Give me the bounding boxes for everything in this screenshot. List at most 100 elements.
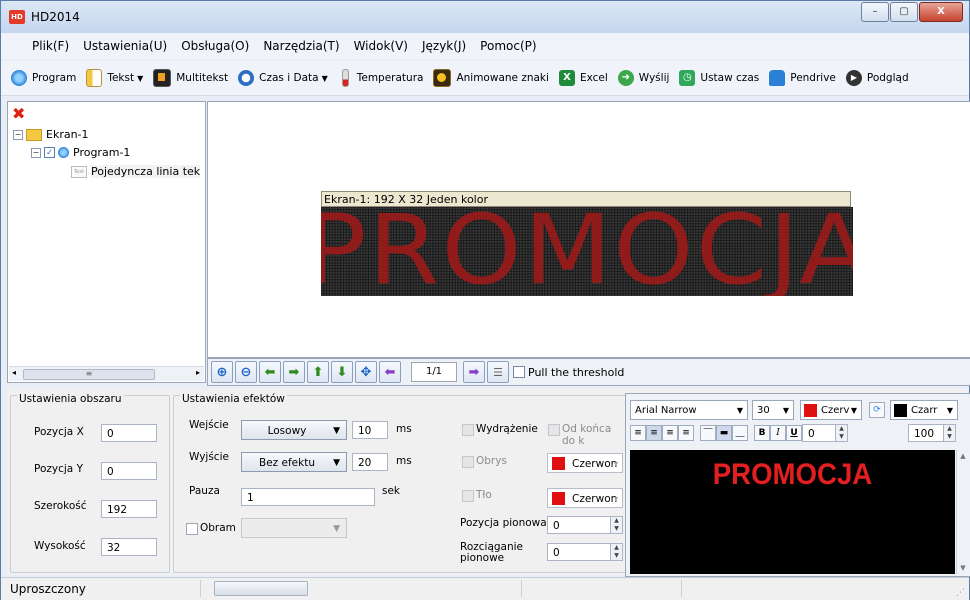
align-right-icon[interactable]: ≡ — [662, 425, 678, 441]
threshold-checkbox[interactable] — [513, 366, 525, 378]
spinner-icon[interactable]: ▲ ▼ — [610, 544, 622, 560]
background-checkbox[interactable] — [462, 490, 474, 502]
move-right-icon[interactable]: ➡ — [283, 361, 305, 383]
width-field[interactable]: 192 — [101, 500, 157, 518]
delete-icon[interactable]: ✖ — [12, 104, 25, 123]
entry-label: Wejście — [189, 419, 229, 431]
animowane-button[interactable]: Animowane znaki — [433, 69, 549, 87]
valign-top-icon[interactable]: ⎺ — [700, 425, 716, 441]
chevron-down-icon: ▼ — [333, 426, 340, 436]
resize-grip-icon[interactable]: ⋰ — [956, 588, 965, 598]
minimize-button[interactable]: – — [861, 2, 889, 22]
maximize-button[interactable]: ▢ — [890, 2, 918, 22]
collapse-icon[interactable]: − — [31, 147, 41, 158]
scroll-right-icon[interactable]: ▸ — [196, 368, 200, 377]
next-page-icon[interactable]: ➡ — [463, 361, 485, 383]
excel-button[interactable]: X Excel — [558, 70, 608, 86]
editor-vertical-scrollbar[interactable]: ▲ ▼ — [956, 450, 969, 574]
spinner-icon[interactable]: ▲ ▼ — [610, 517, 622, 533]
menu-plik[interactable]: Plik(F) — [31, 37, 70, 55]
background-color-select[interactable]: Czerwon ▾ — [547, 488, 623, 508]
menu-jezyk[interactable]: Język(J) — [421, 37, 467, 55]
frame-checkbox[interactable] — [186, 523, 198, 535]
vertical-stretch-field[interactable]: 0 ▲ ▼ — [547, 543, 623, 561]
menu-pomoc[interactable]: Pomoc(P) — [479, 37, 537, 55]
program-button[interactable]: Program — [11, 70, 76, 86]
scrollbar-thumb[interactable]: ≡ — [23, 369, 155, 380]
valign-middle-icon[interactable]: ▬ — [716, 425, 732, 441]
outline-color-value: Czerwon — [572, 458, 618, 470]
czas-data-button[interactable]: Czas i Data ▼ — [238, 70, 328, 86]
underline-icon[interactable]: U — [786, 425, 802, 441]
tekst-button[interactable]: Tekst ▼ — [86, 69, 143, 87]
height-field[interactable]: 32 — [101, 538, 157, 556]
center-icon[interactable]: ✥ — [355, 361, 377, 383]
tree-node-text[interactable]: Text Pojedyncza linia tek — [71, 165, 201, 178]
align-justify-icon[interactable]: ≡ — [678, 425, 694, 441]
italic-icon[interactable]: I — [770, 425, 786, 441]
bold-icon[interactable]: B — [754, 425, 770, 441]
tree-screen-label: Ekran-1 — [46, 128, 89, 141]
scroll-left-icon[interactable]: ◂ — [12, 368, 16, 377]
emboss-checkbox[interactable] — [462, 424, 474, 436]
spinner-icon[interactable]: ▲ ▼ — [943, 425, 955, 441]
pos-y-field[interactable]: 0 — [101, 462, 157, 480]
entry-speed-field[interactable]: 10 — [352, 421, 388, 439]
temperatura-button[interactable]: Temperatura — [338, 69, 423, 87]
entry-effect-value: Losowy — [267, 425, 307, 437]
status-scroll-thumb[interactable] — [214, 581, 308, 596]
align-center-icon[interactable]: ≡ — [646, 425, 662, 441]
text-color-select[interactable]: Czerv ▼ — [800, 400, 862, 420]
scroll-down-icon[interactable]: ▼ — [957, 564, 969, 572]
menu-narzedzia[interactable]: Narzędzia(T) — [262, 37, 340, 55]
canvas-toolbar: ⊕ ⊖ ⬅ ➡ ⬆ ⬇ ✥ ⬅ 1/1 ➡ ☰ Pull the thresho… — [207, 358, 970, 386]
move-up-icon[interactable]: ⬆ — [307, 361, 329, 383]
height-label: Wysokość — [34, 540, 86, 552]
valign-bottom-icon[interactable]: ⎽ — [732, 425, 748, 441]
outline-color-select[interactable]: Czerwon ▾ — [547, 453, 623, 473]
pendrive-button[interactable]: Pendrive — [769, 70, 836, 86]
vertical-stretch-value: 0 — [553, 547, 560, 559]
move-down-icon[interactable]: ⬇ — [331, 361, 353, 383]
list-icon[interactable]: ☰ — [487, 361, 509, 383]
font-size-select[interactable]: 30 ▼ — [752, 400, 794, 420]
menu-widok[interactable]: Widok(V) — [353, 37, 409, 55]
scroll-up-icon[interactable]: ▲ — [957, 452, 969, 460]
zoom-field[interactable]: 100 ▲ ▼ — [908, 424, 956, 442]
move-left-icon[interactable]: ⬅ — [259, 361, 281, 383]
pause-field[interactable]: 1 — [241, 488, 375, 506]
title-bar[interactable]: HD HD2014 – ▢ X — [1, 1, 969, 33]
outline-checkbox[interactable] — [462, 456, 474, 468]
wyslij-button[interactable]: ➜ Wyślij — [617, 70, 669, 86]
led-screen-area[interactable]: Ekran-1: 192 X 32 Jeden kolor PROMOCJA — [321, 191, 853, 296]
pos-x-field[interactable]: 0 — [101, 424, 157, 442]
tree-node-screen[interactable]: − Ekran-1 — [13, 128, 89, 141]
previous-page-icon[interactable]: ⬅ — [379, 361, 401, 383]
background-color-select-editor[interactable]: Czarr ▼ — [890, 400, 958, 420]
vertical-position-field[interactable]: 0 ▲ ▼ — [547, 516, 623, 534]
spinner-icon[interactable]: ▲ ▼ — [835, 425, 847, 441]
font-family-select[interactable]: Arial Narrow ▼ — [630, 400, 748, 420]
menu-ustawienia[interactable]: Ustawienia(U) — [82, 37, 168, 55]
tree-horizontal-scrollbar[interactable]: ◂ ≡ ▸ — [9, 366, 204, 381]
zoom-in-icon[interactable]: ⊕ — [211, 361, 233, 383]
close-button[interactable]: X — [919, 2, 963, 22]
char-spacing-field[interactable]: 0 ▲ ▼ — [802, 424, 848, 442]
ustaw-czas-button[interactable]: ◷ Ustaw czas — [679, 70, 759, 86]
collapse-icon[interactable]: − — [13, 129, 23, 140]
zoom-out-icon[interactable]: ⊖ — [235, 361, 257, 383]
frame-select[interactable]: ▼ — [241, 518, 347, 538]
menu-obsluga[interactable]: Obsługa(O) — [180, 37, 250, 55]
refresh-icon[interactable]: ⟳ — [869, 402, 885, 418]
podglad-button[interactable]: ▶ Podgląd — [845, 70, 909, 86]
program-checkbox[interactable]: ✓ — [44, 147, 55, 158]
exit-speed-field[interactable]: 20 — [352, 453, 388, 471]
multitekst-button[interactable]: Multitekst — [153, 69, 228, 87]
align-left-icon[interactable]: ≡ — [630, 425, 646, 441]
tree-node-program[interactable]: − ✓ Program-1 — [31, 146, 130, 159]
exit-effect-select[interactable]: Bez efektu ▼ — [241, 452, 347, 472]
led-display[interactable]: PROMOCJA — [321, 207, 853, 296]
entry-effect-select[interactable]: Losowy ▼ — [241, 420, 347, 440]
from-end-checkbox[interactable] — [548, 424, 560, 436]
text-edit-area[interactable]: PROMOCJA — [630, 450, 955, 574]
